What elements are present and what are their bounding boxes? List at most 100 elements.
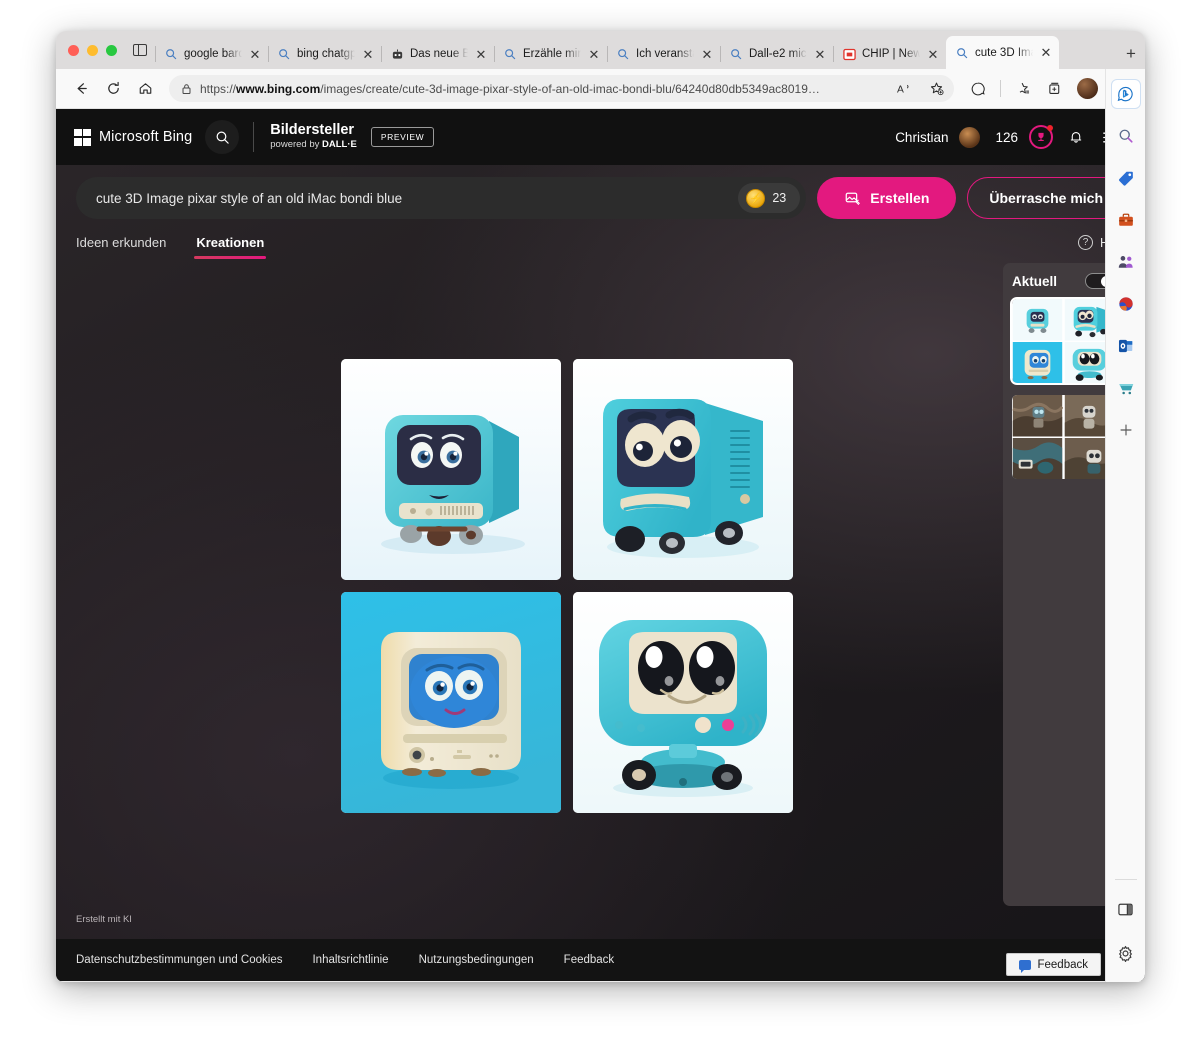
close-window-button[interactable] <box>68 44 79 56</box>
search-icon <box>216 131 229 144</box>
tools-briefcase-icon[interactable] <box>1111 205 1141 235</box>
bing-chat-icon[interactable] <box>1110 79 1141 109</box>
page-footer: Datenschutzbestimmungen und Cookies Inhal… <box>56 939 1145 981</box>
sidebar-divider <box>1114 879 1137 880</box>
minimize-window-button[interactable] <box>87 44 98 56</box>
close-tab-icon[interactable]: ✕ <box>248 47 262 61</box>
toolbar-divider <box>1000 80 1001 97</box>
browser-tab[interactable]: bing chatgpt ✕ <box>268 39 381 69</box>
outlook-icon[interactable] <box>1111 331 1141 361</box>
browser-tab[interactable]: Das neue Bing ✕ <box>381 39 494 69</box>
search-icon <box>955 46 969 60</box>
notifications-bell-icon[interactable] <box>1064 125 1088 149</box>
search-icon <box>164 47 178 61</box>
recent-thumb-2-a <box>1012 395 1063 437</box>
collections-button[interactable] <box>1040 75 1070 103</box>
window-traffic-lights <box>60 31 127 69</box>
close-tab-icon[interactable]: ✕ <box>474 47 488 61</box>
close-tab-icon[interactable]: ✕ <box>813 47 827 61</box>
browser-toolbar: https://www.bing.com/images/create/cute-… <box>56 69 1145 109</box>
create-button-label: Erstellen <box>870 190 930 206</box>
plus-icon: + <box>1126 44 1136 63</box>
bing-header: Microsoft Bing Bildersteller powered by … <box>56 109 1145 165</box>
home-button[interactable] <box>130 75 160 103</box>
address-bar[interactable]: https://www.bing.com/images/create/cute-… <box>169 75 954 102</box>
feedback-button[interactable]: Feedback <box>1006 953 1101 976</box>
add-icon[interactable] <box>1111 415 1141 445</box>
search-icon <box>277 47 291 61</box>
recent-thumb-2-c <box>1012 437 1063 479</box>
edge-sidebar <box>1105 69 1145 982</box>
browser-tab-active[interactable]: cute 3D Imag ✕ <box>946 36 1059 69</box>
create-button[interactable]: Erstellen <box>817 177 957 219</box>
header-search-button[interactable] <box>205 120 240 154</box>
prompt-input[interactable] <box>96 190 733 206</box>
favorites-button[interactable] <box>1008 75 1038 103</box>
microsoft-squares-icon <box>74 128 91 146</box>
microsoft-bing-logo[interactable]: Microsoft Bing <box>74 128 193 146</box>
result-image-2[interactable] <box>573 359 793 580</box>
browser-tab[interactable]: Dall-e2 micro ✕ <box>720 39 833 69</box>
read-aloud-button[interactable]: A <box>892 78 916 100</box>
nav-tab-explore-ideas[interactable]: Ideen erkunden <box>76 235 166 259</box>
creator-nav-tabs: Ideen erkundenKreationen?Hilfe <box>56 219 1145 259</box>
profile-avatar-button[interactable] <box>1077 78 1098 99</box>
close-tab-icon[interactable]: ✕ <box>1039 46 1053 60</box>
search-icon[interactable] <box>1111 121 1141 151</box>
recent-thumb-1-c <box>1012 341 1063 383</box>
new-tab-button[interactable]: + <box>1117 39 1145 69</box>
footer-link[interactable]: Datenschutzbestimmungen und Cookies <box>76 954 282 966</box>
feedback-speech-icon <box>1019 959 1032 973</box>
maximize-window-button[interactable] <box>106 44 117 56</box>
browser-essentials-button[interactable] <box>963 75 993 103</box>
back-button[interactable] <box>66 75 96 103</box>
panel-icon <box>133 44 147 56</box>
footer-link[interactable]: Feedback <box>564 954 615 966</box>
footer-link[interactable]: Nutzungsbedingungen <box>419 954 534 966</box>
lock-icon <box>181 83 192 95</box>
rewards-trophy-icon[interactable] <box>1029 125 1053 149</box>
surprise-me-button[interactable]: Überrasche mich <box>967 177 1125 219</box>
boost-credits-pill[interactable]: ⚡ 23 <box>738 183 801 213</box>
create-image-icon <box>845 192 861 205</box>
browser-tab[interactable]: google bard - ✕ <box>155 39 268 69</box>
close-tab-icon[interactable]: ✕ <box>926 47 940 61</box>
prompt-box[interactable]: ⚡ 23 <box>76 177 807 219</box>
home-icon <box>139 83 151 94</box>
recent-thumb-2[interactable] <box>1012 395 1115 479</box>
shopping-tag-icon[interactable] <box>1111 163 1141 193</box>
recent-thumb-1[interactable] <box>1010 297 1117 385</box>
surprise-me-label: Überrasche mich <box>989 190 1103 206</box>
back-arrow-icon <box>77 83 87 94</box>
browser-tab[interactable]: Erzähle mir e ✕ <box>494 39 607 69</box>
reward-points-count: 126 <box>995 129 1018 145</box>
nav-tab-creations[interactable]: Kreationen <box>194 235 267 259</box>
bing-logo-text: Microsoft Bing <box>99 129 193 145</box>
sidebar-panel-icon[interactable] <box>1111 894 1141 924</box>
browser-tab[interactable]: CHIP | News, ✕ <box>833 39 946 69</box>
recent-panel-title: Aktuell <box>1012 273 1058 289</box>
refresh-icon <box>107 81 119 94</box>
result-image-3[interactable] <box>341 592 561 813</box>
sidebar-bottom-group <box>1111 879 1141 982</box>
brand-subtitle: powered by DALL·E <box>270 139 357 151</box>
settings-gear-icon[interactable] <box>1111 938 1141 968</box>
avatar[interactable] <box>959 126 981 148</box>
tab-actions-menu-button[interactable] <box>127 31 153 69</box>
close-tab-icon[interactable]: ✕ <box>587 47 601 61</box>
read-aloud-icon: A <box>897 84 909 95</box>
footer-link[interactable]: Inhaltsrichtlinie <box>312 954 388 966</box>
games-people-icon[interactable] <box>1111 247 1141 277</box>
reload-button[interactable] <box>98 75 128 103</box>
add-favorite-button[interactable] <box>924 78 948 100</box>
feedback-button-label: Feedback <box>1037 958 1088 971</box>
result-image-4[interactable] <box>573 592 793 813</box>
browser-tab[interactable]: Ich veranstalt ✕ <box>607 39 720 69</box>
tab-list: google bard -✕bing chatgpt✕Das neue Bing… <box>155 31 1117 69</box>
close-tab-icon[interactable]: ✕ <box>700 47 714 61</box>
close-tab-icon[interactable]: ✕ <box>361 47 375 61</box>
result-image-1[interactable] <box>341 359 561 580</box>
shopping-cart-icon[interactable] <box>1111 373 1141 403</box>
browser-tab-title: Erzähle mir e <box>523 48 581 60</box>
office-icon[interactable] <box>1111 289 1141 319</box>
